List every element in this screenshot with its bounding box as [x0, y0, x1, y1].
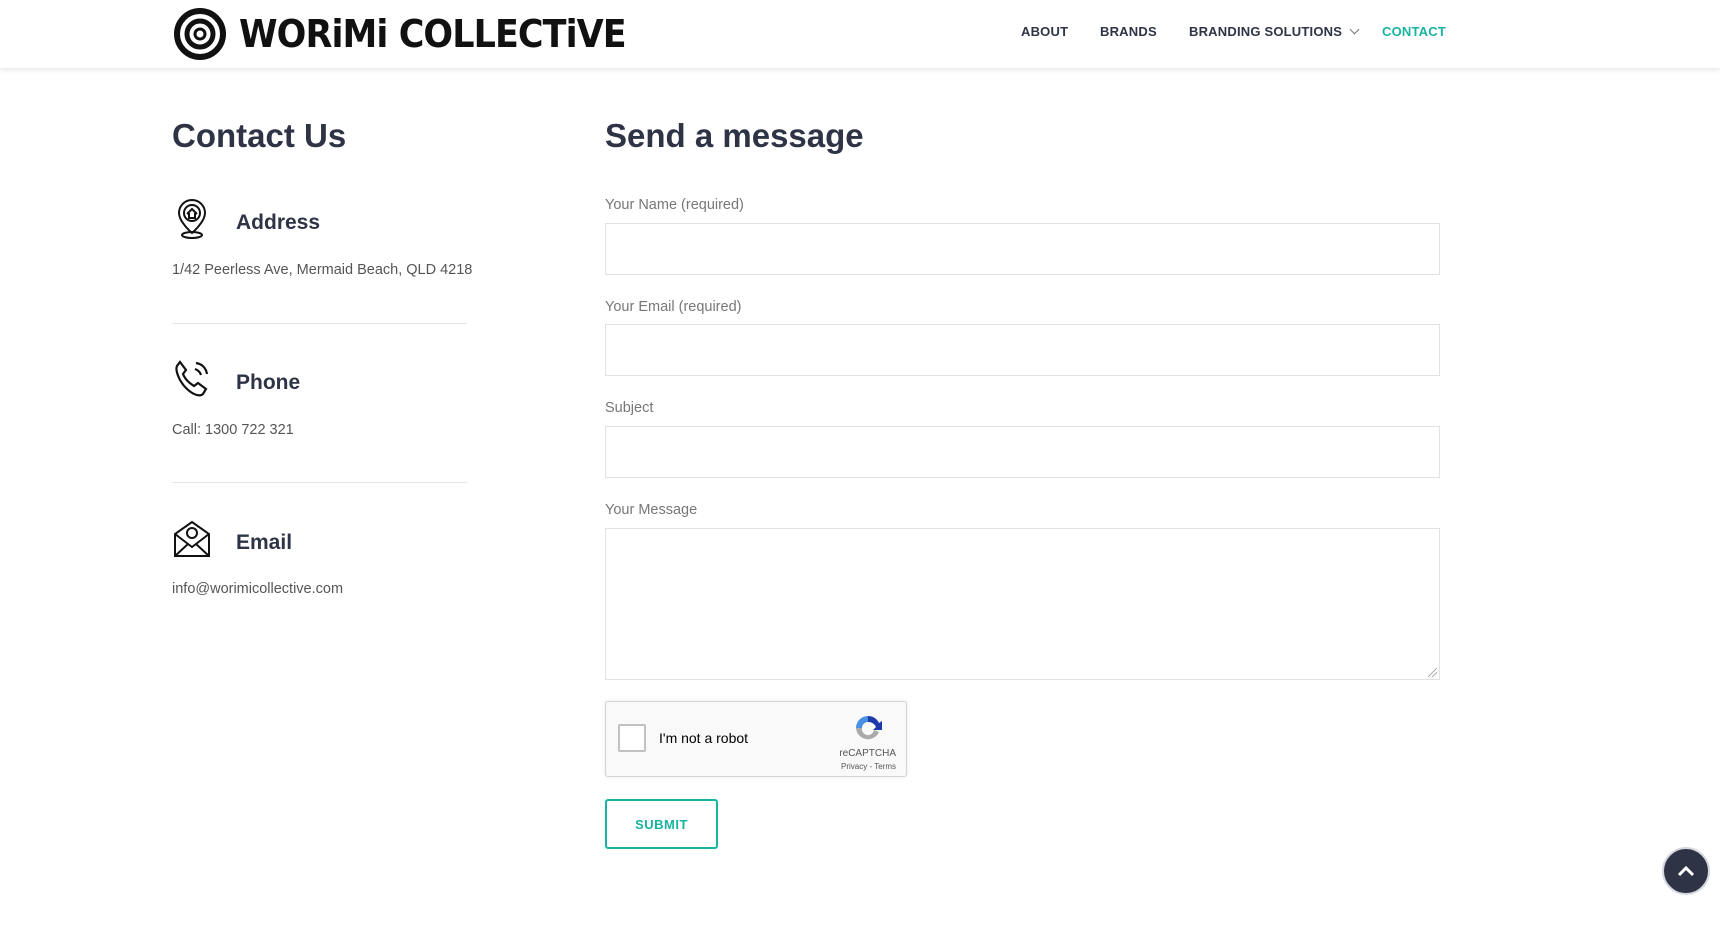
phone-icon: [175, 360, 209, 397]
recaptcha-text: I'm not a robot: [659, 730, 749, 746]
divider: [172, 482, 467, 483]
resize-handle-icon[interactable]: [1428, 668, 1437, 677]
nav-contact[interactable]: CONTACT: [1382, 24, 1446, 39]
recaptcha-logo-icon: [856, 715, 882, 740]
message-label: Your Message: [605, 502, 698, 518]
recaptcha-widget: I'm not a robot reCAPTCHA Privacy - Term…: [605, 701, 907, 777]
location-pin-icon: [177, 198, 207, 239]
logo-text: WORiMi COLLECTiVE: [239, 12, 627, 56]
form-title: Send a message: [605, 117, 864, 154]
site-header: WORiMi COLLECTiVE ABOUT BRANDS BRANDING …: [0, 0, 1720, 69]
logo-spiral-icon: [174, 8, 226, 60]
email-input[interactable]: [605, 324, 1440, 376]
recaptcha-links[interactable]: Privacy - Terms: [841, 762, 896, 771]
nav-about[interactable]: ABOUT: [1021, 24, 1068, 39]
nav-branding-solutions[interactable]: BRANDING SOLUTIONS: [1189, 24, 1360, 39]
email-label: Email: [236, 531, 293, 554]
submit-button[interactable]: SUBMIT: [605, 799, 718, 849]
chevron-down-icon: [1349, 24, 1360, 35]
email-envelope-icon: [174, 520, 210, 557]
email-text[interactable]: info@worimicollective.com: [172, 581, 343, 597]
logo[interactable]: WORiMi COLLECTiVE: [173, 6, 659, 62]
divider: [172, 323, 467, 324]
nav-brands[interactable]: BRANDS: [1100, 24, 1157, 39]
subject-label: Subject: [605, 400, 654, 416]
contact-title: Contact Us: [172, 117, 347, 154]
address-label: Address: [236, 211, 321, 234]
back-to-top-button[interactable]: [1662, 847, 1710, 895]
recaptcha-brand: reCAPTCHA: [839, 748, 896, 759]
address-text: 1/42 Peerless Ave, Mermaid Beach, QLD 42…: [172, 262, 473, 278]
recaptcha-checkbox[interactable]: [618, 724, 646, 752]
subject-input[interactable]: [605, 426, 1440, 478]
nav-branding-solutions-label: BRANDING SOLUTIONS: [1189, 24, 1343, 39]
phone-text[interactable]: Call: 1300 722 321: [172, 422, 294, 438]
email-field-label: Your Email (required): [605, 299, 742, 315]
message-textarea[interactable]: [605, 528, 1440, 680]
phone-label: Phone: [236, 371, 301, 394]
chevron-up-icon: [1677, 865, 1695, 877]
name-label: Your Name (required): [605, 197, 744, 213]
name-input[interactable]: [605, 223, 1440, 275]
